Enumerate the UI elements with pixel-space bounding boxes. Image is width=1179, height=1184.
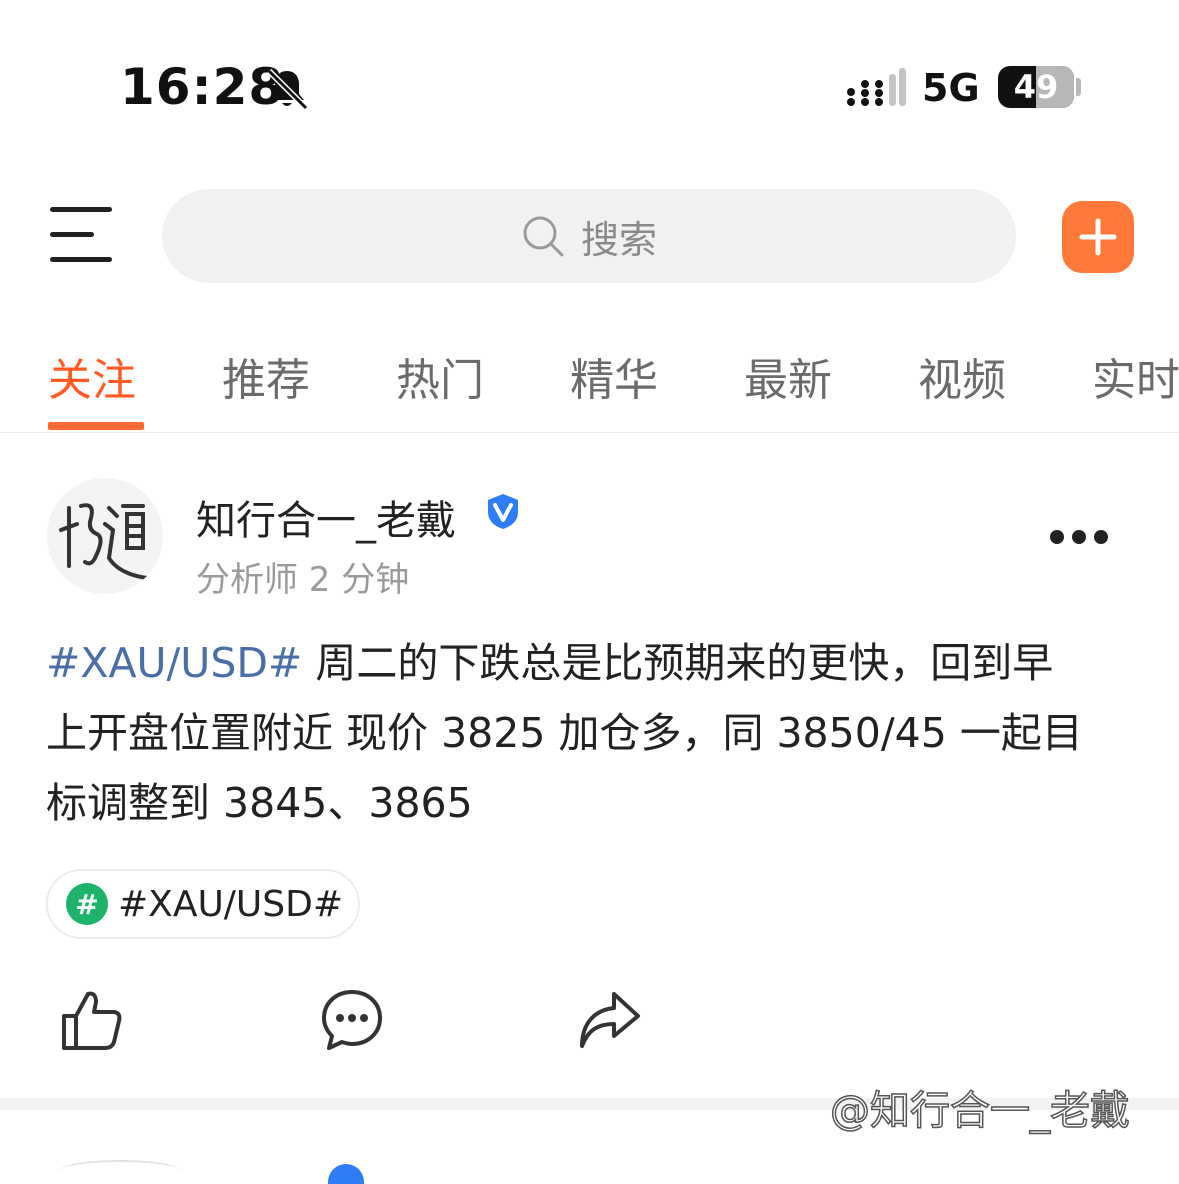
- comment-icon[interactable]: [320, 988, 384, 1052]
- more-icon[interactable]: [1050, 528, 1110, 548]
- tab-realtime[interactable]: 实时: [1092, 344, 1179, 408]
- topic-hash-icon: #: [66, 883, 108, 925]
- next-post-verified-icon: [328, 1164, 364, 1184]
- author-name[interactable]: 知行合一_老戴: [196, 488, 456, 546]
- post-text-line3: 标调整到 3845、3865: [46, 779, 473, 827]
- verified-icon: [488, 494, 518, 529]
- tab-hot[interactable]: 热门: [396, 344, 484, 408]
- battery-level: 49: [1013, 68, 1059, 106]
- tab-following[interactable]: 关注: [48, 344, 136, 408]
- signal-icon: [847, 68, 906, 106]
- battery-cap: [1076, 78, 1081, 96]
- hashtag-link[interactable]: #XAU/USD#: [46, 639, 302, 687]
- watermark: @知行合一_老戴: [829, 1087, 1131, 1135]
- tab-featured[interactable]: 精华: [570, 344, 658, 408]
- post-text-line1: 周二的下跌总是比预期来的更快，回到早: [302, 639, 1054, 687]
- network-type: 5G: [922, 66, 980, 110]
- topic-chip[interactable]: # #XAU/USD#: [46, 869, 360, 939]
- tab-recommended[interactable]: 推荐: [222, 344, 310, 408]
- share-icon[interactable]: [578, 988, 642, 1052]
- post-content: #XAU/USD# 周二的下跌总是比预期来的更快，回到早 上开盘位置附近 现价 …: [46, 628, 1146, 838]
- bell-slash-icon: [266, 68, 309, 111]
- post-text-line2: 上开盘位置附近 现价 3825 加仓多，同 3850/45 一起目: [46, 709, 1083, 757]
- status-time: 16:28: [120, 58, 285, 116]
- search-icon: [523, 216, 564, 257]
- battery-icon: 49: [998, 66, 1074, 108]
- menu-icon[interactable]: [50, 207, 112, 265]
- avatar[interactable]: [47, 478, 163, 594]
- tab-video[interactable]: 视频: [918, 344, 1006, 408]
- next-post-avatar: [60, 1160, 180, 1182]
- active-tab-indicator: [48, 422, 144, 430]
- tab-latest[interactable]: 最新: [744, 344, 832, 408]
- post-meta: 分析师 2 分钟: [196, 560, 410, 600]
- search-bar[interactable]: 搜索: [162, 189, 1016, 283]
- avatar-calligraphy: [59, 503, 149, 580]
- plus-icon: [1079, 218, 1117, 256]
- topic-chip-label: #XAU/USD#: [118, 883, 344, 925]
- add-post-button[interactable]: [1062, 201, 1134, 273]
- tab-bar: 关注 推荐 热门 精华 最新 视频 实时: [0, 312, 1179, 433]
- like-icon[interactable]: [60, 988, 124, 1052]
- search-placeholder: 搜索: [580, 217, 657, 262]
